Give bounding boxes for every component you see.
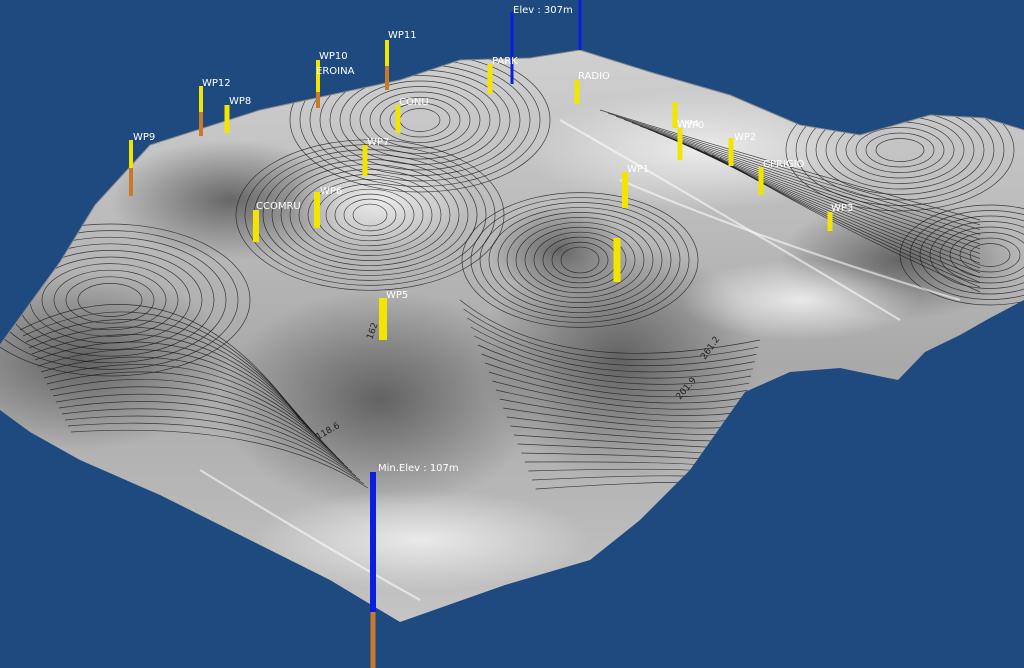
- waypoint-label: WP2: [734, 132, 756, 143]
- min-elevation-label: Min.Elev : 107m: [378, 463, 459, 474]
- waypoint-label: WP6: [320, 186, 342, 197]
- waypoint-label: WP3: [831, 203, 853, 214]
- waypoint-label: EROINA: [316, 66, 355, 77]
- waypoint-label: CCOMRU: [256, 201, 301, 212]
- waypoint-label: WP5: [386, 290, 408, 301]
- waypoint-label: WP1: [627, 164, 649, 175]
- waypoint-label: WP8: [229, 96, 251, 107]
- max-elevation-label: Elev : 307m: [513, 5, 573, 16]
- waypoint-label: WP11: [388, 30, 417, 41]
- waypoint-label: WP7: [367, 137, 389, 148]
- waypoint-label: CONU: [399, 97, 429, 108]
- waypoint-label: WP9: [133, 132, 155, 143]
- waypoint-label: CPRIGIO: [763, 159, 805, 170]
- waypoint-label: WP0: [682, 120, 704, 131]
- waypoint-label: WP10: [319, 51, 348, 62]
- waypoint-label: RADIO: [578, 71, 610, 82]
- terrain-3d-viewport[interactable]: 201.9 261.2 118.6 162 Elev : 307m Min.El…: [0, 0, 1024, 668]
- waypoint-eroina[interactable]: EROINA: [316, 66, 355, 77]
- terrain-scene[interactable]: 201.9 261.2 118.6 162 Elev : 307m Min.El…: [0, 0, 1024, 668]
- waypoint-label: PARK: [492, 56, 518, 67]
- waypoint-label: WP12: [202, 78, 231, 89]
